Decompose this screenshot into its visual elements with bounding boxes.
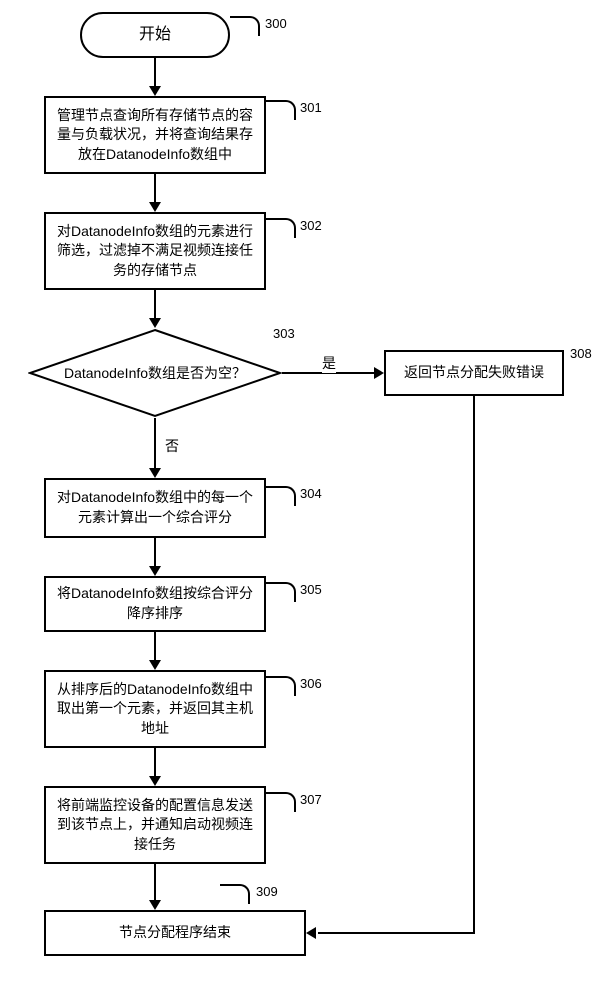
ref-hook-309	[220, 884, 250, 904]
node-301-text: 管理节点查询所有存储节点的容量与负载状况，并将查询结果存放在DatanodeIn…	[56, 106, 254, 165]
ref-hook-305	[266, 582, 296, 602]
arrow-308-h	[318, 932, 475, 934]
ref-308: 308	[570, 346, 592, 361]
node-302: 对DatanodeInfo数组的元素进行筛选，过滤掉不满足视频连接任务的存储节点	[44, 212, 266, 290]
ref-hook-301	[266, 100, 296, 120]
ref-304: 304	[300, 486, 322, 501]
ref-300: 300	[265, 16, 287, 31]
arrow-304-305	[154, 538, 156, 568]
node-308-text: 返回节点分配失败错误	[404, 363, 544, 383]
ref-hook-307	[266, 792, 296, 812]
node-304-text: 对DatanodeInfo数组中的每一个元素计算出一个综合评分	[56, 488, 254, 527]
ref-306: 306	[300, 676, 322, 691]
start-label: 开始	[139, 24, 171, 46]
node-305-text: 将DatanodeInfo数组按综合评分降序排序	[56, 584, 254, 623]
node-304: 对DatanodeInfo数组中的每一个元素计算出一个综合评分	[44, 478, 266, 538]
arrowhead-302-303	[149, 318, 161, 328]
edge-yes: 是	[322, 353, 336, 373]
ref-309: 309	[256, 884, 278, 899]
ref-303: 303	[273, 326, 295, 341]
node-309: 节点分配程序结束	[44, 910, 306, 956]
arrow-308-v	[473, 396, 475, 932]
arrowhead-308-309	[306, 927, 316, 939]
arrow-301-302	[154, 174, 156, 204]
arrow-302-303	[154, 290, 156, 320]
node-303-text: DatanodeInfo数组是否为空？	[64, 363, 246, 383]
node-308: 返回节点分配失败错误	[384, 350, 564, 396]
start-node: 开始	[80, 12, 230, 58]
node-306-text: 从排序后的DatanodeInfo数组中取出第一个元素，并返回其主机地址	[56, 680, 254, 739]
node-306: 从排序后的DatanodeInfo数组中取出第一个元素，并返回其主机地址	[44, 670, 266, 748]
ref-hook-306	[266, 676, 296, 696]
arrow-300-301	[154, 58, 156, 88]
node-302-text: 对DatanodeInfo数组的元素进行筛选，过滤掉不满足视频连接任务的存储节点	[56, 222, 254, 281]
arrowhead-305-306	[149, 660, 161, 670]
node-309-text: 节点分配程序结束	[119, 923, 231, 943]
arrowhead-306-307	[149, 776, 161, 786]
arrowhead-303-304	[149, 468, 161, 478]
node-301: 管理节点查询所有存储节点的容量与负载状况，并将查询结果存放在DatanodeIn…	[44, 96, 266, 174]
ref-302: 302	[300, 218, 322, 233]
arrowhead-303-308	[374, 367, 384, 379]
arrow-303-304	[154, 418, 156, 470]
arrowhead-307-309	[149, 900, 161, 910]
arrow-306-307	[154, 748, 156, 778]
ref-301: 301	[300, 100, 322, 115]
node-303-decision: DatanodeInfo数组是否为空？	[28, 328, 282, 418]
node-307-text: 将前端监控设备的配置信息发送到该节点上，并通知启动视频连接任务	[56, 796, 254, 855]
ref-307: 307	[300, 792, 322, 807]
arrow-307-309	[154, 864, 156, 902]
arrowhead-301-302	[149, 202, 161, 212]
ref-hook-300	[230, 16, 260, 36]
node-305: 将DatanodeInfo数组按综合评分降序排序	[44, 576, 266, 632]
ref-hook-304	[266, 486, 296, 506]
ref-305: 305	[300, 582, 322, 597]
ref-hook-302	[266, 218, 296, 238]
edge-no: 否	[165, 436, 179, 456]
arrowhead-304-305	[149, 566, 161, 576]
arrowhead-300-301	[149, 86, 161, 96]
node-307: 将前端监控设备的配置信息发送到该节点上，并通知启动视频连接任务	[44, 786, 266, 864]
arrow-305-306	[154, 632, 156, 662]
